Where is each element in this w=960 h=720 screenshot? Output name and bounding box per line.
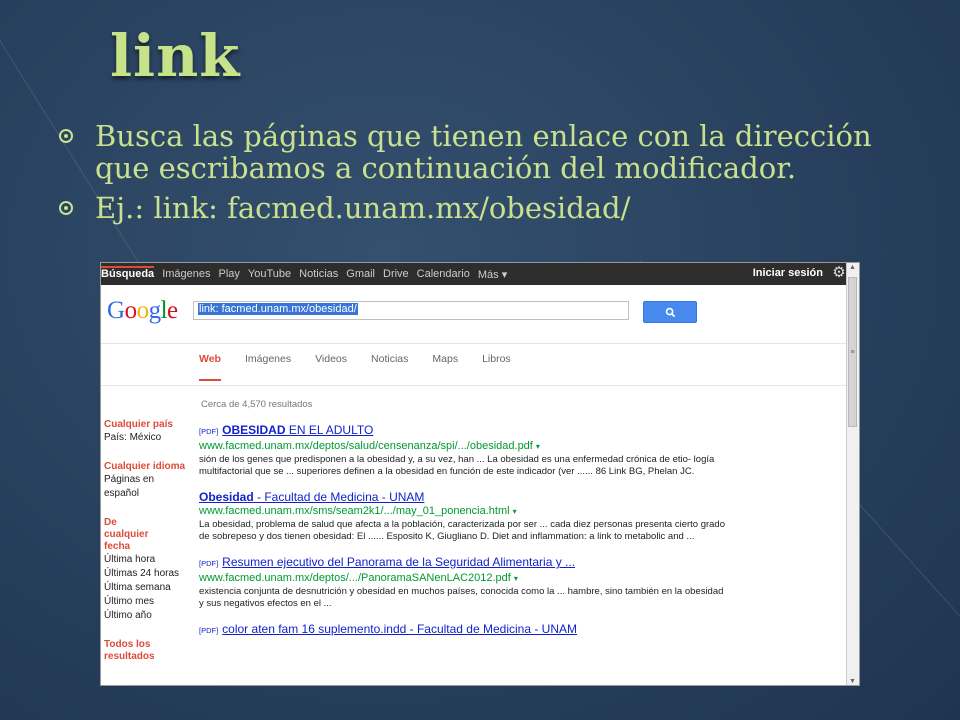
filter-option[interactable]: Último mes	[104, 595, 194, 609]
search-button[interactable]	[643, 301, 697, 323]
signin-link[interactable]: Iniciar sesión	[753, 267, 823, 279]
filter-option[interactable]: Páginas en español	[104, 473, 194, 501]
result-title[interactable]: Obesidad - Facultad de Medicina - UNAM	[199, 490, 729, 504]
search-input[interactable]: link: facmed.unam.mx/obesidad/	[193, 301, 629, 320]
list-item: Obesidad - Facultad de Medicina - UNAM w…	[199, 490, 729, 543]
tab-imagenes[interactable]: Imágenes	[245, 353, 291, 381]
filter-option[interactable]: País: México	[104, 431, 194, 445]
gbar-item-drive[interactable]: Drive	[383, 268, 409, 280]
gbar-item-noticias[interactable]: Noticias	[299, 268, 338, 280]
filter-heading[interactable]: De cualquier fecha	[104, 517, 194, 553]
result-title[interactable]: [PDF] color aten fam 16 suplemento.indd -…	[199, 622, 729, 638]
filter-option[interactable]: Últimas 24 horas	[104, 567, 194, 581]
search-header: Google link: facmed.unam.mx/obesidad/	[101, 285, 859, 344]
tab-maps[interactable]: Maps	[432, 353, 458, 381]
result-url: www.facmed.unam.mx/sms/seam2k1/.../may_0…	[199, 505, 517, 517]
bullet-list: Busca las páginas que tienen enlace con …	[55, 120, 915, 232]
scrollbar[interactable]: ▲ ≡ ▼	[846, 263, 859, 685]
gbar-item-mas[interactable]: Más ▾	[478, 268, 507, 281]
result-url: www.facmed.unam.mx/deptos/salud/censenan…	[199, 440, 540, 452]
caret-down-icon[interactable]: ▾	[513, 507, 517, 516]
tab-noticias[interactable]: Noticias	[371, 353, 408, 381]
search-tools-sidebar: Cualquier país País: México Cualquier id…	[104, 419, 194, 663]
filter-heading[interactable]: Todos los resultados	[104, 639, 194, 663]
results-list: [PDF] OBESIDAD EN EL ADULTO www.facmed.un…	[199, 423, 729, 650]
filter-option[interactable]: Último año	[104, 609, 194, 623]
result-count: Cerca de 4,570 resultados	[201, 399, 313, 410]
bullet-item: Busca las páginas que tienen enlace con …	[55, 120, 915, 184]
browser-screenshot: Búsqueda Imágenes Play YouTube Noticias …	[100, 262, 860, 686]
scroll-grip-icon: ≡	[850, 349, 855, 356]
bullet-circle-icon	[59, 201, 73, 215]
tab-videos[interactable]: Videos	[315, 353, 347, 381]
gbar-item-youtube[interactable]: YouTube	[248, 268, 291, 280]
gbar-item-calendario[interactable]: Calendario	[417, 268, 470, 280]
scroll-down-icon[interactable]: ▼	[847, 678, 858, 685]
list-item: [PDF] color aten fam 16 suplemento.indd -…	[199, 622, 729, 638]
caret-down-icon[interactable]: ▾	[536, 442, 540, 451]
gear-icon[interactable]: ⚙	[831, 265, 847, 281]
result-snippet: La obesidad, problema de salud que afect…	[199, 519, 725, 542]
tab-web[interactable]: Web	[199, 353, 221, 381]
list-item: [PDF] Resumen ejecutivo del Panorama de l…	[199, 555, 729, 610]
google-bar: Búsqueda Imágenes Play YouTube Noticias …	[101, 263, 859, 285]
search-icon	[665, 307, 675, 317]
slide-title: link	[110, 22, 241, 90]
caret-down-icon[interactable]: ▾	[514, 574, 518, 583]
gbar-item-gmail[interactable]: Gmail	[346, 268, 375, 280]
tab-libros[interactable]: Libros	[482, 353, 511, 381]
result-title[interactable]: [PDF] OBESIDAD EN EL ADULTO	[199, 423, 729, 439]
filter-option[interactable]: Última semana	[104, 581, 194, 595]
search-tabs: Web Imágenes Videos Noticias Maps Libros	[199, 353, 535, 381]
filter-heading[interactable]: Cualquier país	[104, 419, 194, 431]
result-url: www.facmed.unam.mx/deptos/.../PanoramaSA…	[199, 572, 518, 584]
scroll-up-icon[interactable]: ▲	[847, 264, 858, 271]
list-item: [PDF] OBESIDAD EN EL ADULTO www.facmed.un…	[199, 423, 729, 478]
filter-heading[interactable]: Cualquier idioma	[104, 461, 194, 473]
result-snippet: sión de los genes que predisponen a la o…	[199, 454, 715, 477]
filter-option[interactable]: Última hora	[104, 553, 194, 567]
gbar-item-busqueda[interactable]: Búsqueda	[101, 266, 155, 280]
result-snippet: existencia conjunta de desnutrición y ob…	[199, 586, 724, 609]
result-title[interactable]: [PDF] Resumen ejecutivo del Panorama de l…	[199, 555, 729, 571]
bullet-item: Ej.: link: facmed.unam.mx/obesidad/	[55, 192, 915, 224]
divider	[101, 385, 849, 386]
gbar-item-imagenes[interactable]: Imágenes	[162, 268, 210, 280]
google-logo[interactable]: Google	[107, 297, 178, 325]
gbar-item-play[interactable]: Play	[219, 268, 240, 280]
bullet-circle-icon	[59, 129, 73, 143]
